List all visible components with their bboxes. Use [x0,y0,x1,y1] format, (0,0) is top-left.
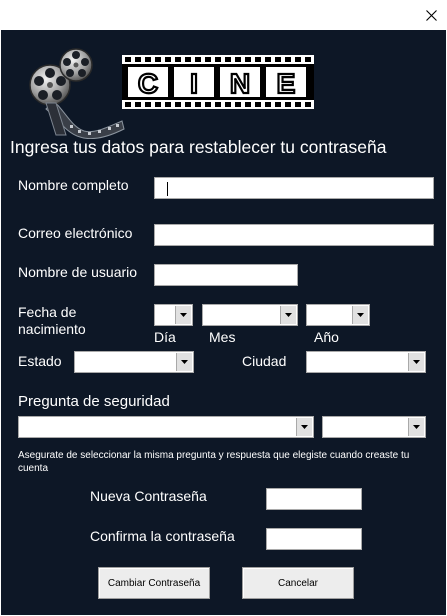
chevron-down-icon[interactable] [296,418,312,436]
username-label: Nombre de usuario [18,264,138,280]
title-bar [0,0,447,30]
full-name-label: Nombre completo [18,177,129,193]
confirm-password-input[interactable] [266,528,362,550]
full-name-input[interactable] [154,177,434,199]
change-password-button[interactable]: Cambiar Contraseña [98,567,210,599]
month-select[interactable] [202,304,298,326]
cancel-button[interactable]: Cancelar [242,567,354,599]
film-reel-icon [29,48,125,139]
day-select[interactable] [154,304,193,326]
security-hint: Asegurate de seleccionar la misma pregun… [18,450,410,474]
confirm-password-label: Confirma la contraseña [90,528,235,544]
new-password-label: Nueva Contraseña [90,488,207,504]
form-heading: Ingresa tus datos para restablecer tu co… [10,137,387,157]
chevron-down-icon[interactable] [175,306,191,324]
cine-letter: I [190,68,198,99]
text-caret [167,182,168,196]
security-answer-select[interactable] [322,416,426,438]
chevron-down-icon[interactable] [408,418,424,436]
close-button[interactable] [415,0,447,30]
birthdate-label: Fecha de nacimiento [18,304,86,337]
day-label: Día [154,329,176,345]
cine-letter: E [277,68,296,99]
cine-letter: C [138,68,158,99]
security-question-select[interactable] [18,416,314,438]
reset-password-form: C I N E Ingresa tus datos para restablec… [1,30,446,615]
year-select[interactable] [306,304,370,326]
new-password-input[interactable] [266,488,362,510]
email-input[interactable] [154,224,434,246]
month-label: Mes [209,329,236,345]
chevron-down-icon[interactable] [352,306,368,324]
chevron-down-icon[interactable] [408,353,424,371]
security-question-label: Pregunta de seguridad [18,393,170,410]
cine-logo: C I N E [122,55,314,109]
year-label: Año [314,329,339,345]
close-icon [425,9,437,21]
cine-letter: N [230,68,250,99]
username-input[interactable] [154,264,298,286]
email-label: Correo electrónico [18,225,133,241]
chevron-down-icon[interactable] [176,353,192,371]
state-select[interactable] [74,351,194,373]
state-label: Estado [18,353,62,369]
city-label: Ciudad [242,353,287,369]
city-select[interactable] [306,351,426,373]
chevron-down-icon[interactable] [280,306,296,324]
